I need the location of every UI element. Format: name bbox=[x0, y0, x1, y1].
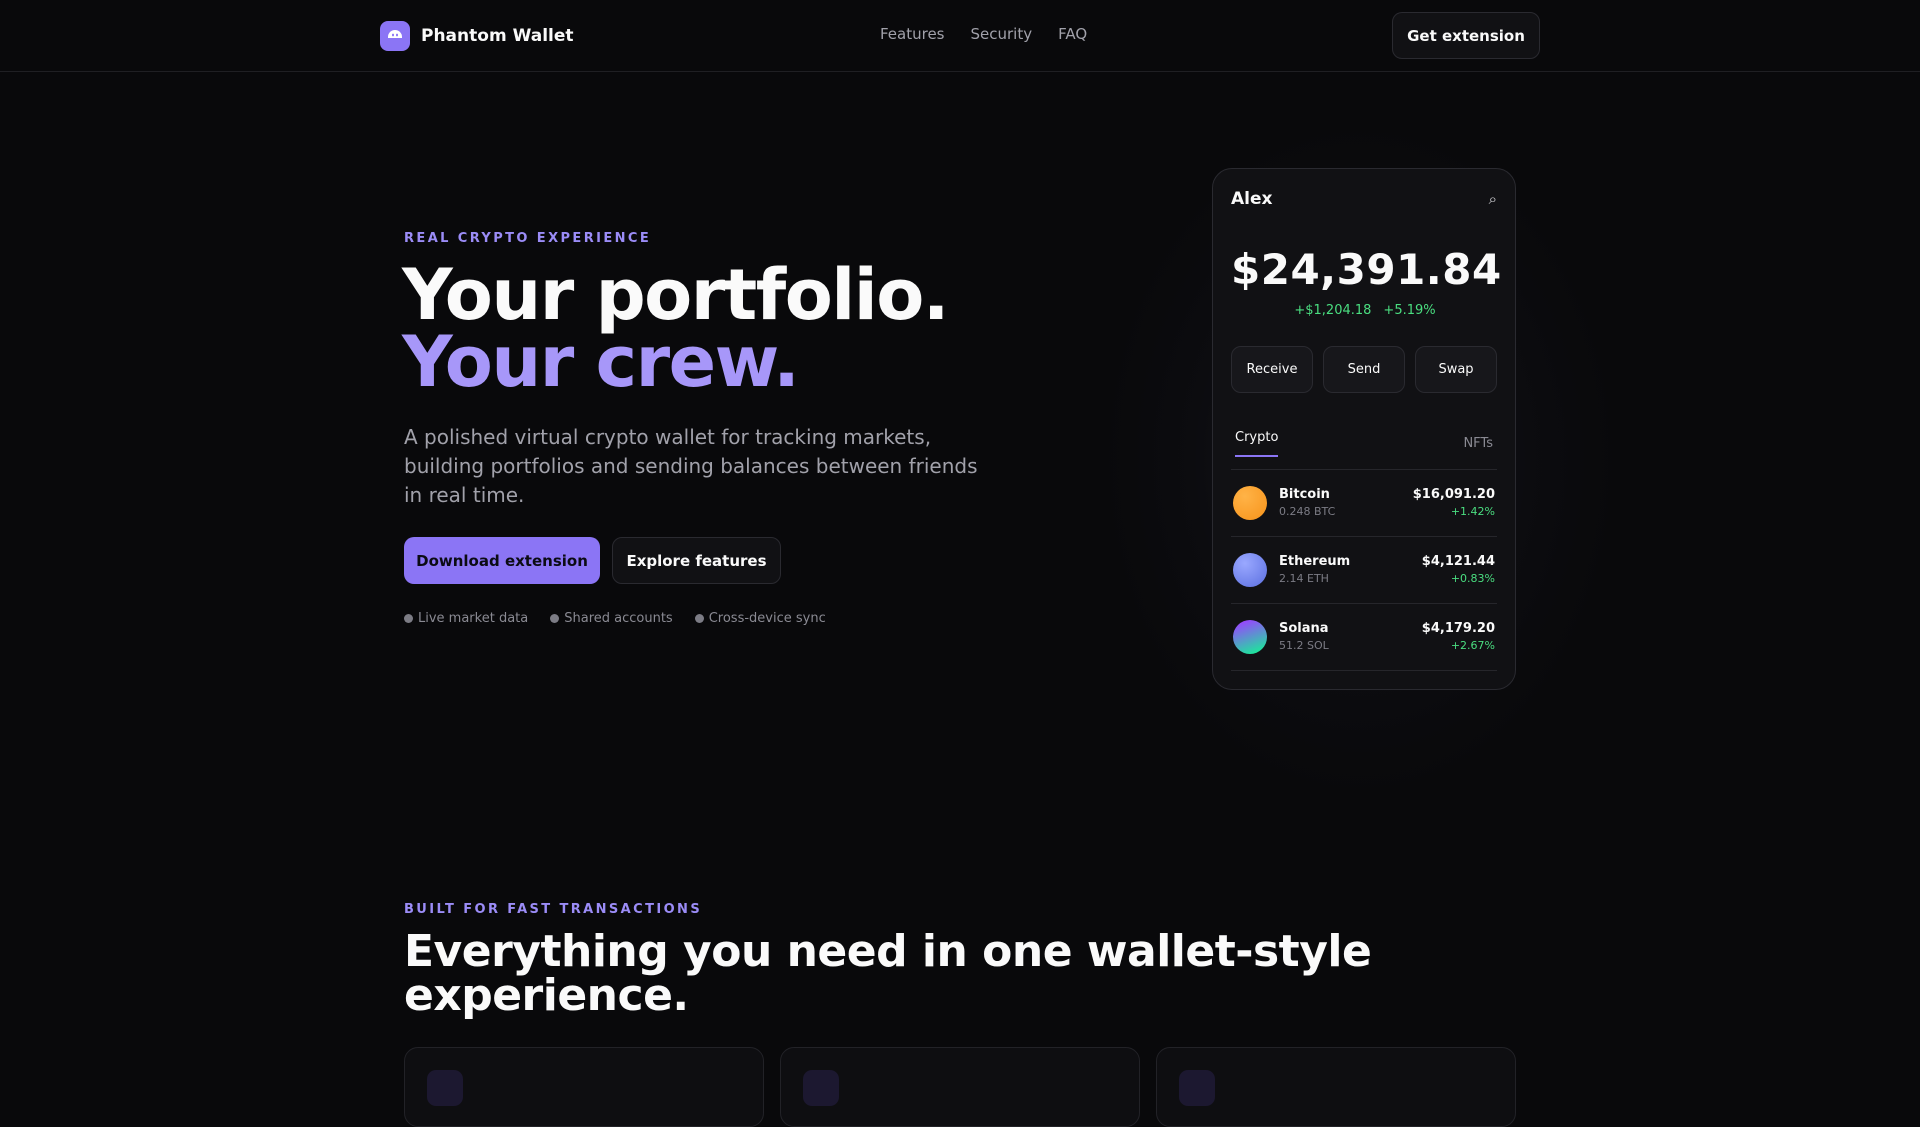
asset-amount: 51.2 SOL bbox=[1279, 639, 1329, 652]
get-extension-button[interactable]: Get extension bbox=[1392, 12, 1540, 59]
nav-link-features[interactable]: Features bbox=[880, 25, 945, 43]
asset-amount: 2.14 ETH bbox=[1279, 572, 1329, 585]
feature-card bbox=[1156, 1047, 1516, 1127]
bullet-dot-icon bbox=[694, 614, 704, 623]
feature-card-icon bbox=[803, 1070, 839, 1106]
hero-perks: Live market data Shared accounts Cross-d… bbox=[404, 611, 826, 626]
brand-name: Phantom Wallet bbox=[421, 26, 574, 46]
nav-link-security[interactable]: Security bbox=[971, 25, 1033, 43]
top-navigation-bar: Phantom Wallet Features Security FAQ Get… bbox=[0, 0, 1920, 72]
features-eyebrow: BUILT FOR FAST TRANSACTIONS bbox=[404, 902, 703, 917]
wallet-user-name: Alex bbox=[1231, 189, 1273, 209]
asset-name: Bitcoin bbox=[1279, 487, 1330, 502]
asset-name: Solana bbox=[1279, 621, 1329, 636]
hero-description: A polished virtual crypto wallet for tra… bbox=[404, 425, 978, 507]
explore-features-button[interactable]: Explore features bbox=[612, 537, 781, 584]
asset-amount: 0.248 BTC bbox=[1279, 505, 1336, 518]
send-button[interactable]: Send bbox=[1323, 346, 1405, 393]
asset-row-ethereum[interactable]: Ethereum 2.14 ETH $4,121.44 +0.83% bbox=[1231, 537, 1497, 604]
perk-item: Shared accounts bbox=[550, 611, 673, 626]
brand[interactable]: Phantom Wallet bbox=[380, 21, 574, 51]
asset-name: Ethereum bbox=[1279, 554, 1351, 569]
tab-crypto[interactable]: Crypto bbox=[1235, 430, 1279, 457]
ethereum-coin-icon bbox=[1233, 553, 1267, 587]
balance-change-percent: +5.19% bbox=[1383, 303, 1436, 318]
bullet-dot-icon bbox=[550, 614, 560, 623]
asset-row-solana[interactable]: Solana 51.2 SOL $4,179.20 +2.67% bbox=[1231, 604, 1497, 671]
hero-title: Your portfolio. Your crew. bbox=[402, 254, 949, 403]
feature-card bbox=[404, 1047, 764, 1127]
features-title: Everything you need in one wallet-style … bbox=[404, 926, 1372, 1021]
perk-item: Live market data bbox=[404, 611, 528, 626]
main-nav: Features Security FAQ bbox=[880, 25, 1087, 43]
wallet-preview-card: Alex ⌕ $24,391.84 +$1,204.18 +5.19% Recei… bbox=[1212, 168, 1516, 690]
nav-link-faq[interactable]: FAQ bbox=[1058, 25, 1087, 43]
asset-change: +1.42% bbox=[1450, 505, 1495, 518]
solana-coin-icon bbox=[1233, 620, 1267, 654]
asset-value: $4,179.20 bbox=[1421, 621, 1495, 636]
hero-title-line-2: Your crew. bbox=[402, 321, 800, 403]
hero-title-line-1: Your portfolio. bbox=[402, 254, 949, 336]
feature-card bbox=[780, 1047, 1140, 1127]
perk-item: Cross-device sync bbox=[694, 611, 826, 626]
bitcoin-coin-icon bbox=[1233, 486, 1267, 520]
feature-card-icon bbox=[427, 1070, 463, 1106]
perk-label: Cross-device sync bbox=[708, 611, 826, 626]
swap-button[interactable]: Swap bbox=[1415, 346, 1497, 393]
asset-change: +0.83% bbox=[1450, 572, 1495, 585]
balance-change-amount: +$1,204.18 bbox=[1294, 303, 1372, 318]
tab-nfts[interactable]: NFTs bbox=[1463, 436, 1493, 451]
perk-label: Shared accounts bbox=[564, 611, 673, 626]
wallet-total-balance: $24,391.84 bbox=[1231, 245, 1502, 294]
perk-label: Live market data bbox=[418, 611, 529, 626]
receive-button[interactable]: Receive bbox=[1231, 346, 1313, 393]
bullet-dot-icon bbox=[404, 614, 413, 623]
feature-card-icon bbox=[1179, 1070, 1215, 1106]
asset-value: $16,091.20 bbox=[1412, 487, 1495, 502]
asset-value: $4,121.44 bbox=[1421, 554, 1495, 569]
asset-change: +2.67% bbox=[1450, 639, 1495, 652]
wallet-actions: Receive Send Swap bbox=[1231, 346, 1497, 393]
download-extension-button[interactable]: Download extension bbox=[404, 537, 600, 584]
ghost-logo-icon bbox=[380, 21, 410, 51]
hero-eyebrow: REAL CRYPTO EXPERIENCE bbox=[404, 231, 652, 246]
search-icon[interactable]: ⌕ bbox=[1489, 190, 1497, 208]
wallet-balance-change: +$1,204.18 +5.19% bbox=[1213, 303, 1517, 318]
asset-row-bitcoin[interactable]: Bitcoin 0.248 BTC $16,091.20 +1.42% bbox=[1231, 470, 1497, 537]
